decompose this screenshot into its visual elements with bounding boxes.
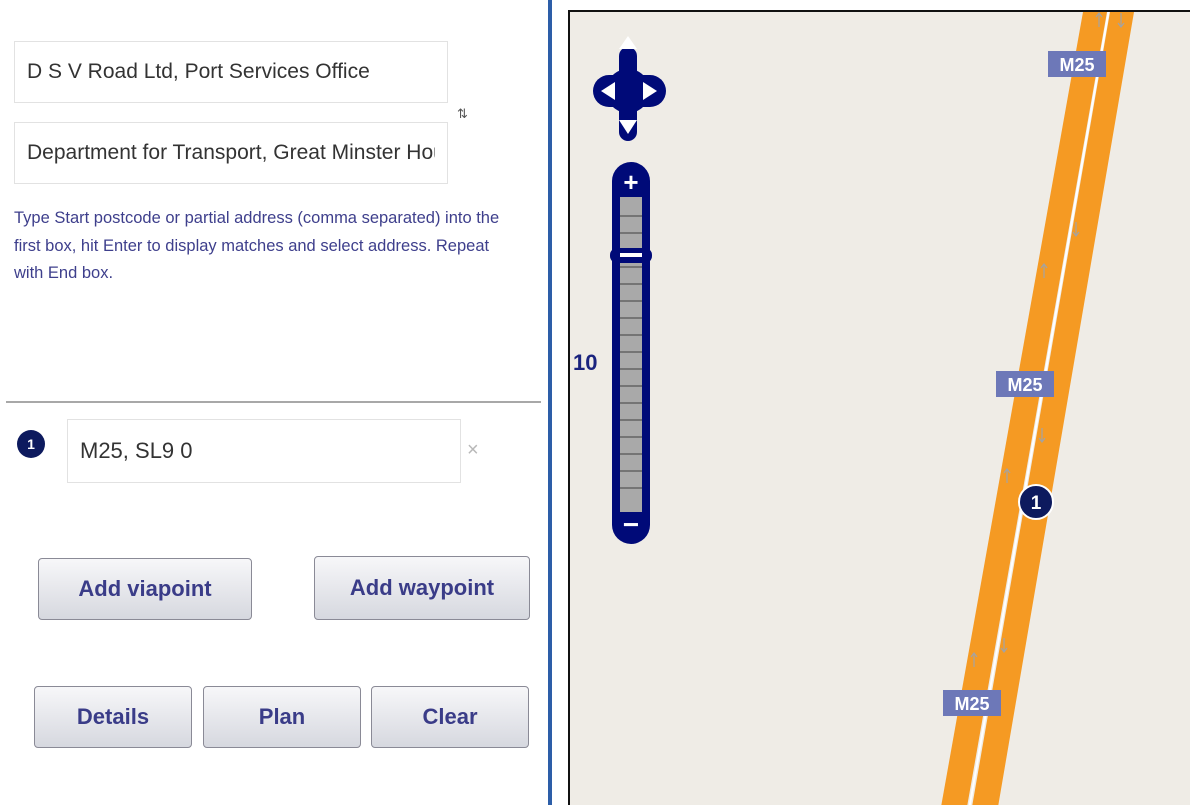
map-view[interactable]: M25 M25 M25 1 + − 10 [568, 10, 1190, 805]
zoom-level-label: 10 [573, 350, 598, 375]
route-planner-panel: ⇅ Type Start postcode or partial address… [0, 0, 548, 805]
add-waypoint-button[interactable]: Add waypoint [314, 556, 530, 620]
zoom-slider[interactable]: + − [610, 162, 652, 544]
panel-separator [548, 0, 552, 805]
end-address-input[interactable] [14, 122, 448, 184]
zoom-in-icon[interactable]: + [623, 167, 638, 197]
waypoint-marker[interactable]: 1 [1018, 484, 1054, 520]
map-canvas: M25 M25 M25 1 + − [593, 12, 1134, 805]
waypoint-number-badge: 1 [17, 430, 45, 458]
swap-icon[interactable]: ⇅ [457, 106, 468, 122]
zoom-out-icon[interactable]: − [623, 509, 639, 540]
svg-text:1: 1 [1031, 493, 1042, 514]
m25-shield-middle: M25 [996, 371, 1054, 397]
add-viapoint-button[interactable]: Add viapoint [38, 558, 252, 620]
address-hint-text: Type Start postcode or partial address (… [14, 209, 500, 282]
clear-button[interactable]: Clear [371, 686, 529, 748]
remove-waypoint-icon[interactable]: × [467, 439, 479, 462]
pan-control[interactable] [593, 36, 666, 141]
svg-text:M25: M25 [954, 694, 989, 714]
start-address-input[interactable] [14, 41, 448, 103]
svg-text:M25: M25 [1007, 375, 1042, 395]
svg-text:M25: M25 [1059, 55, 1094, 75]
m25-shield-bottom: M25 [943, 690, 1001, 716]
details-button[interactable]: Details [34, 686, 192, 748]
m25-shield-top: M25 [1048, 51, 1106, 77]
m25-motorway [941, 12, 1134, 805]
plan-button[interactable]: Plan [203, 686, 361, 748]
pan-up-icon[interactable] [619, 36, 637, 49]
waypoint-input[interactable] [67, 419, 461, 483]
divider [6, 401, 541, 403]
